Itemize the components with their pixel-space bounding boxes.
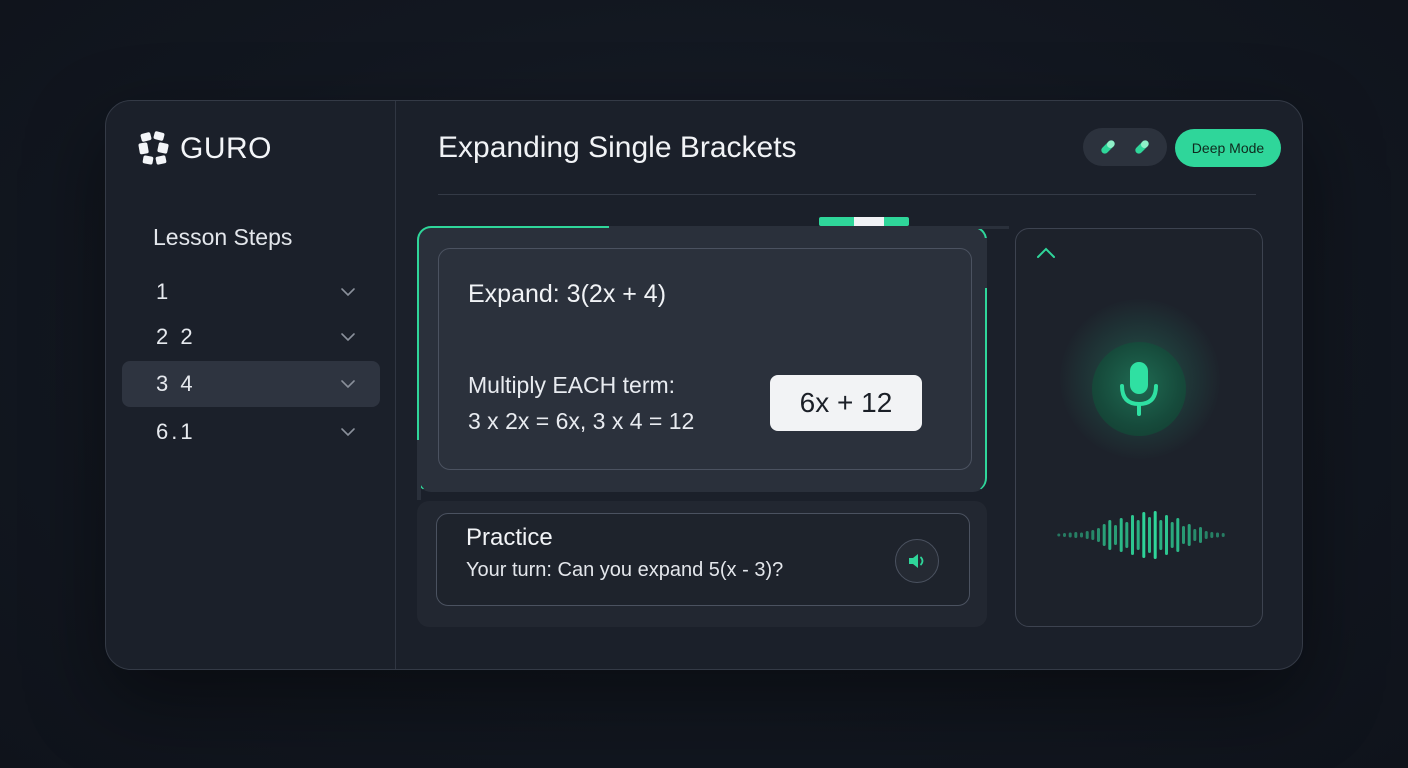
waveform-bar [1182, 526, 1185, 544]
deep-mode-button[interactable]: Deep Mode [1175, 129, 1281, 167]
step-card: Expand: 3(2x + 4) Multiply EACH term: 3 … [417, 226, 1009, 500]
waveform-bar [1176, 518, 1180, 552]
speaker-button[interactable] [895, 539, 939, 583]
pill-icon[interactable] [1132, 137, 1152, 157]
waveform-bar [1159, 520, 1163, 550]
instruction-text: Multiply EACH term: 3 x 2x = 6x, 3 x 4 =… [468, 367, 694, 439]
waveform-bar [1091, 530, 1095, 540]
sidebar-step-4[interactable]: 6.1 [122, 409, 380, 455]
chevron-down-icon [341, 428, 355, 437]
waveform-bar [1142, 512, 1146, 558]
practice-card: Practice Your turn: Can you expand 5(x -… [436, 513, 970, 606]
step-progress-indicator [819, 217, 909, 226]
step-label: 6.1 [156, 419, 196, 444]
step-label: 1 [156, 279, 172, 304]
waveform-bar [1221, 533, 1225, 537]
waveform-bar [1148, 517, 1151, 553]
chevron-down-icon [341, 380, 355, 389]
guro-logo-icon [138, 131, 169, 165]
waveform-bar [1125, 522, 1129, 548]
page-title: Expanding Single Brackets [438, 131, 797, 164]
waveform-bar [1080, 532, 1083, 538]
waveform-bar [1097, 528, 1100, 542]
waveform-bar [1074, 532, 1078, 538]
waveform-bar [1057, 533, 1061, 537]
chevron-down-icon [341, 288, 355, 297]
tool-pill [1083, 128, 1167, 166]
title-divider [438, 194, 1256, 195]
waveform-bar [1153, 511, 1157, 559]
app-name: GURO [180, 132, 272, 165]
waveform-bar [1165, 515, 1168, 555]
waveform-bar [1193, 529, 1197, 541]
instruction-line-2: 3 x 2x = 6x, 3 x 4 = 12 [468, 408, 695, 434]
instruction-line-1: Multiply EACH term: [468, 372, 676, 398]
waveform-bar [1063, 533, 1066, 537]
practice-title: Practice [466, 524, 553, 551]
waveform-bar [1085, 531, 1089, 539]
waveform-icon [1057, 511, 1225, 559]
logo[interactable]: GURO [138, 131, 272, 167]
app-window: GURO Lesson Steps 1 2 2 3 4 6.1 Expandin… [105, 100, 1303, 670]
sidebar-step-2[interactable]: 2 2 [122, 314, 380, 360]
speaker-icon [909, 554, 924, 568]
answer-box: 6x + 12 [770, 375, 922, 431]
practice-section: Practice Your turn: Can you expand 5(x -… [417, 501, 987, 627]
lesson-steps-title: Lesson Steps [153, 224, 293, 250]
expand-prompt: Expand: 3(2x + 4) [468, 280, 667, 308]
waveform-bar [1114, 525, 1117, 545]
worked-example-panel: Expand: 3(2x + 4) Multiply EACH term: 3 … [438, 248, 972, 470]
waveform-bar [1210, 532, 1214, 538]
waveform-bar [1170, 522, 1174, 548]
step-label: 2 2 [156, 324, 196, 349]
waveform-bar [1102, 524, 1106, 546]
waveform-bar [1131, 515, 1134, 555]
waveform-bar [1199, 527, 1202, 543]
chevron-up-icon[interactable] [1034, 245, 1058, 261]
waveform-bar [1068, 532, 1072, 538]
pill-icon[interactable] [1098, 137, 1118, 157]
microphone-icon [1120, 362, 1158, 416]
waveform-bar [1204, 531, 1208, 539]
chevron-down-icon [341, 333, 355, 342]
waveform-bar [1187, 524, 1191, 546]
waveform-bar [1216, 532, 1219, 538]
waveform-bar [1119, 518, 1123, 552]
microphone-button[interactable] [1092, 342, 1186, 436]
practice-prompt: Your turn: Can you expand 5(x - 3)? [466, 559, 784, 581]
sidebar: GURO Lesson Steps 1 2 2 3 4 6.1 [106, 101, 396, 669]
sidebar-step-3[interactable]: 3 4 [122, 361, 380, 407]
voice-panel [1015, 228, 1263, 627]
sidebar-step-1[interactable]: 1 [122, 269, 380, 315]
waveform-bar [1136, 520, 1140, 550]
step-label: 3 4 [156, 371, 196, 396]
waveform-bar [1108, 520, 1112, 550]
